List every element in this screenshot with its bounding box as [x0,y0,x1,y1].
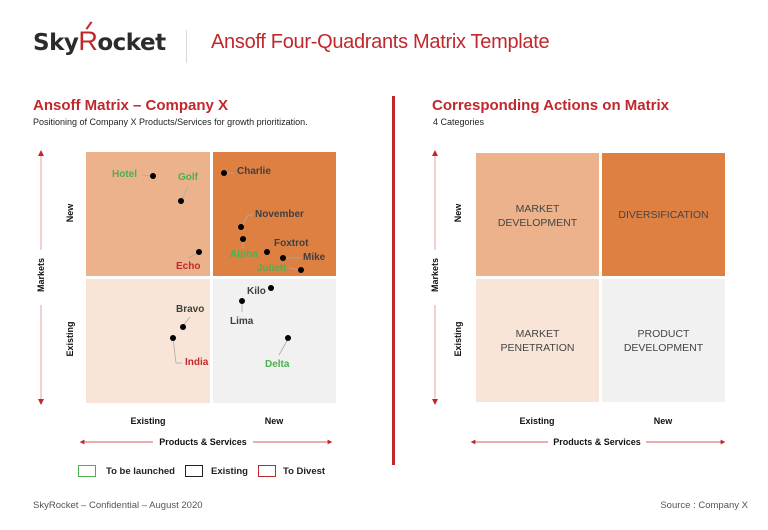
right-x-tick-existing: Existing [519,416,555,426]
point-echo [196,249,202,255]
point-mike [280,255,286,261]
footer-confidential: SkyRocket – Confidential – August 2020 [33,500,203,511]
point-india [170,335,176,341]
leader-india [172,337,177,364]
legend-swatch-existing [185,465,203,477]
label-golf: Golf [178,172,198,183]
legend-label-to-be-launched: To be launched [106,466,175,477]
point-delta [285,335,291,341]
point-lima [239,298,245,304]
quadrant-diversification: DIVERSIFICATION [602,153,725,276]
right-y-tick-new: New [453,203,463,223]
right-x-tick-new: New [653,416,673,426]
point-juliett [298,267,304,273]
label-november: November [255,209,304,220]
label-india: India [185,357,209,368]
label-alpha: Alpha [230,249,258,260]
label-bravo: Bravo [176,304,205,315]
label-charlie: Charlie [237,166,271,177]
quadrant-label-market-development: MARKET DEVELOPMENT [497,203,578,229]
right-y-tick-existing: Existing [453,321,463,357]
quadrant-label-diversification: DIVERSIFICATION [618,209,709,221]
label-foxtrot: Foxtrot [274,238,309,249]
legend-swatch-to-be-launched [78,465,96,477]
label-kilo: Kilo [247,286,266,297]
label-juliett: Juliett [257,263,287,274]
label-echo: Echo [176,261,201,272]
point-kilo [268,285,274,291]
point-alpha [240,236,246,242]
point-foxtrot [264,249,270,255]
footer-source: Source : Company X [660,500,748,511]
label-lima: Lima [230,316,254,327]
right-y-axis-label: Markets [430,257,440,293]
right-x-axis-label: Products & Services [553,437,641,447]
label-hotel: Hotel [112,169,137,180]
label-mike: Mike [303,252,326,263]
section-divider [392,96,395,465]
leader-delta [278,338,289,356]
quadrant-market-development: MARKET DEVELOPMENT [476,153,599,276]
point-november [238,224,244,230]
quadrant-label-product-development: PRODUCT DEVELOPMENT [623,328,704,354]
right-section-subtitle: 4 Categories [433,117,485,127]
legend-label-existing: Existing [211,466,248,477]
quadrant-product-development: PRODUCT DEVELOPMENT [602,279,725,402]
point-bravo [180,324,186,330]
quadrant-label-market-penetration: MARKET PENETRATION [500,328,575,354]
right-section-title: Corresponding Actions on Matrix [432,97,669,114]
point-charlie [221,170,227,176]
point-hotel [150,173,156,179]
point-golf [178,198,184,204]
legend-swatch-to-divest [258,465,276,477]
legend-label-to-divest: To Divest [283,466,326,477]
label-delta: Delta [265,359,290,370]
quadrant-market-penetration: MARKET PENETRATION [476,279,599,402]
